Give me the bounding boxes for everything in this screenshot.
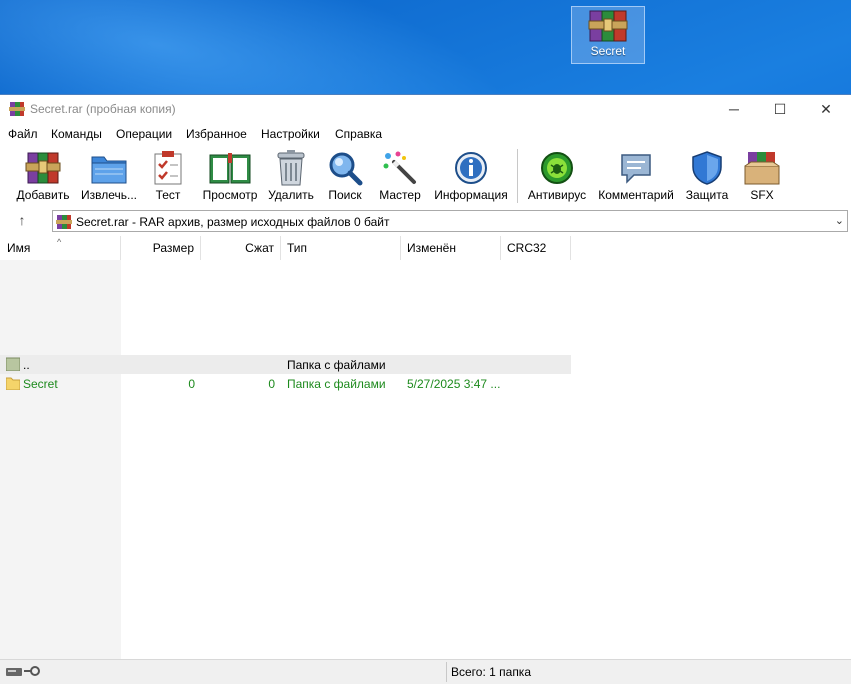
menu-favorites[interactable]: Избранное <box>186 127 247 141</box>
minimize-button[interactable]: ─ <box>711 95 757 123</box>
toolbar: Добавить Извлечь... Тест Просмотр Удалит… <box>0 145 851 208</box>
row-type: Папка с файлами <box>287 358 386 372</box>
add-button[interactable]: Добавить <box>13 149 73 207</box>
parent-folder-icon <box>5 357 21 374</box>
status-divider <box>446 662 447 682</box>
table-row[interactable]: Secret 0 0 Папка с файлами 5/27/2025 3:4… <box>0 374 571 393</box>
sfx-label: SFX <box>750 188 774 202</box>
name-column-background <box>0 260 121 660</box>
folder-icon <box>5 376 21 393</box>
delete-button[interactable]: Удалить <box>266 149 316 207</box>
title-bar[interactable]: Secret.rar (пробная копия) ─ ☐ ✕ <box>0 95 851 123</box>
view-book-icon <box>208 149 252 187</box>
sort-up-icon: ^ <box>57 237 62 247</box>
delete-label: Удалить <box>268 188 314 202</box>
magnifier-icon <box>327 149 363 187</box>
column-header-size[interactable]: Размер <box>121 236 201 260</box>
test-clipboard-icon <box>152 149 184 187</box>
view-label: Просмотр <box>202 188 258 202</box>
winrar-books-icon <box>25 149 61 187</box>
antivirus-bug-icon <box>539 149 575 187</box>
winrar-archive-icon <box>588 10 628 42</box>
menu-commands[interactable]: Команды <box>51 127 102 141</box>
desktop-background <box>0 0 851 95</box>
desktop-icon-secret[interactable]: Secret <box>571 6 645 64</box>
menu-operations[interactable]: Операции <box>116 127 172 141</box>
toolbar-separator <box>517 149 518 203</box>
address-bar: ↑ Secret.rar - RAR архив, размер исходны… <box>0 209 851 235</box>
info-button[interactable]: Информация <box>432 149 510 207</box>
test-button[interactable]: Тест <box>147 149 189 207</box>
menu-help[interactable]: Справка <box>335 127 382 141</box>
comment-label: Комментарий <box>598 188 674 202</box>
window-title: Secret.rar (пробная копия) <box>30 102 176 116</box>
row-name: Secret <box>23 377 58 391</box>
row-packed: 0 <box>268 377 275 391</box>
close-button[interactable]: ✕ <box>803 95 849 123</box>
column-header-name[interactable]: ^ Имя <box>0 236 121 260</box>
antivirus-label: Антивирус <box>527 188 587 202</box>
trash-icon <box>275 149 307 187</box>
column-name-label: Имя <box>7 241 31 255</box>
view-button[interactable]: Просмотр <box>199 149 261 207</box>
table-row[interactable]: .. Папка с файлами <box>0 355 571 374</box>
extract-label: Извлечь... <box>80 188 137 202</box>
desktop-icon-label: Secret <box>590 44 626 58</box>
drive-icon[interactable] <box>6 666 22 680</box>
winrar-window: Secret.rar (пробная копия) ─ ☐ ✕ Файл Ко… <box>0 94 851 684</box>
column-header-type[interactable]: Тип <box>281 236 401 260</box>
info-icon <box>453 149 489 187</box>
test-label: Тест <box>155 188 181 202</box>
column-header-packed[interactable]: Сжат <box>201 236 281 260</box>
protect-label: Защита <box>685 188 729 202</box>
wizard-button[interactable]: Мастер <box>376 149 424 207</box>
chevron-down-icon[interactable]: ⌄ <box>835 214 844 227</box>
row-size: 0 <box>188 377 195 391</box>
status-bar: Всего: 1 папка <box>0 659 851 684</box>
add-label: Добавить <box>16 188 70 202</box>
wizard-label: Мастер <box>379 188 421 202</box>
info-label: Информация <box>434 188 508 202</box>
address-field[interactable]: Secret.rar - RAR архив, размер исходных … <box>52 210 848 232</box>
sfx-button[interactable]: SFX <box>740 149 784 207</box>
column-header-modified[interactable]: Изменён <box>401 236 501 260</box>
key-icon[interactable] <box>24 665 40 680</box>
column-header-crc32[interactable]: CRC32 <box>501 236 571 260</box>
extract-button[interactable]: Извлечь... <box>78 149 140 207</box>
file-list: ^ Имя Размер Сжат Тип Изменён CRC32 .. П… <box>0 236 851 660</box>
extract-folder-icon <box>90 149 128 187</box>
wizard-wand-icon <box>382 149 418 187</box>
shield-icon <box>690 149 724 187</box>
find-button[interactable]: Поиск <box>325 149 365 207</box>
sfx-box-icon <box>742 149 782 187</box>
row-type: Папка с файлами <box>287 377 386 391</box>
row-name: .. <box>23 358 30 372</box>
maximize-button[interactable]: ☐ <box>757 95 803 123</box>
winrar-app-icon <box>9 101 25 120</box>
menu-settings[interactable]: Настройки <box>261 127 320 141</box>
comment-icon <box>618 149 654 187</box>
menu-bar: Файл Команды Операции Избранное Настройк… <box>0 123 851 145</box>
protect-button[interactable]: Защита <box>684 149 730 207</box>
status-total: Всего: 1 папка <box>451 665 531 679</box>
comment-button[interactable]: Комментарий <box>596 149 676 207</box>
antivirus-button[interactable]: Антивирус <box>525 149 589 207</box>
address-text: Secret.rar - RAR архив, размер исходных … <box>76 215 390 229</box>
row-modified: 5/27/2025 3:47 ... <box>407 377 501 391</box>
find-label: Поиск <box>328 188 362 202</box>
up-folder-button[interactable]: ↑ <box>9 212 35 232</box>
menu-file[interactable]: Файл <box>8 127 38 141</box>
